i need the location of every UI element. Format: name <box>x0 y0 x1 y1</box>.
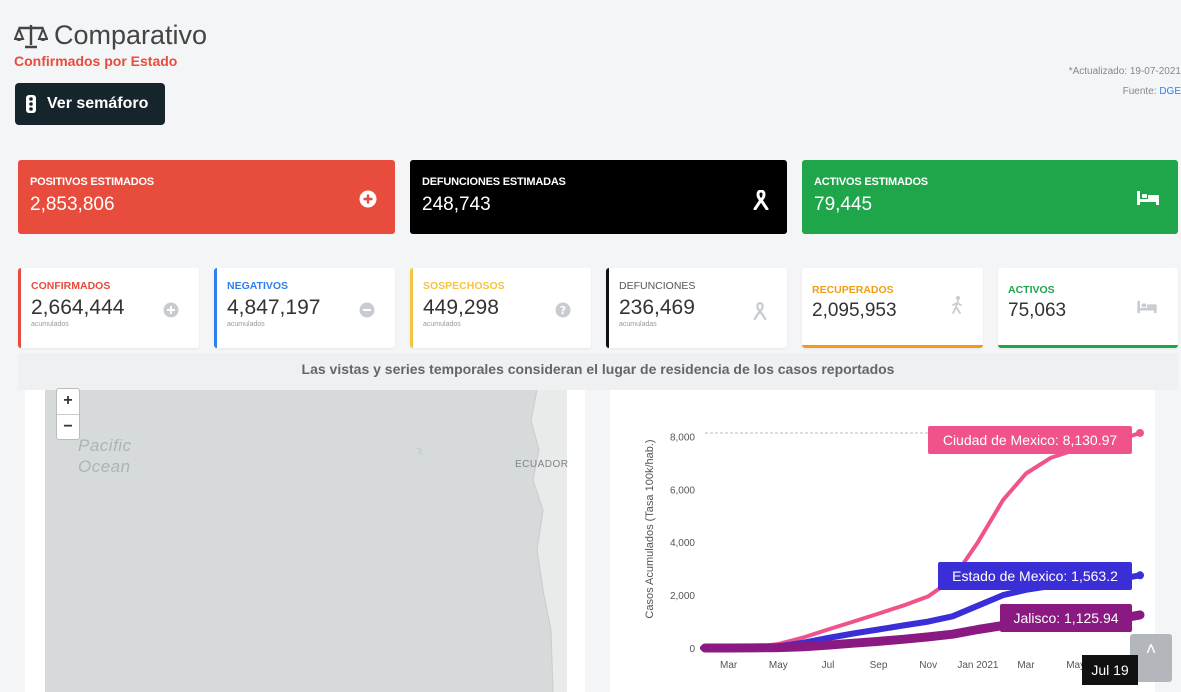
ocean-label-line2: Ocean <box>78 457 131 476</box>
question-circle-icon: ? <box>555 302 571 318</box>
card-label: CONFIRMADOS <box>31 280 111 292</box>
card-sub: acumulados <box>31 321 69 328</box>
x-tick-label: Mar <box>720 660 738 671</box>
source-link[interactable]: DGE <box>1159 86 1181 97</box>
country-label: ECUADOR <box>515 459 569 470</box>
update-info: *Actualizado: 19-07-2021 Fuente: DGE <box>1069 62 1181 102</box>
card-sub: acumulados <box>423 321 461 328</box>
series-label: Jalisco: 1,125.94 <box>1013 610 1118 626</box>
ocean-label-line1: Pacific <box>78 436 132 455</box>
header: Comparativo Confirmados por Estado <box>14 20 207 69</box>
card-sub: acumuladas <box>619 321 657 328</box>
svg-text:?: ? <box>560 304 566 317</box>
balance-scale-icon <box>14 24 48 48</box>
y-tick-label: 4,000 <box>670 538 695 549</box>
page-title-text: Comparativo <box>54 20 208 50</box>
series-end-point <box>1136 610 1144 619</box>
card-label: RECUPERADOS <box>812 284 894 296</box>
line-chart[interactable]: 0 2,000 4,000 6,000 8,000 Casos Acumulados (T… <box>610 390 1155 692</box>
plus-circle-icon <box>163 302 179 318</box>
ver-semaforo-label: Ver semáforo <box>47 95 149 112</box>
series-label: Estado de Mexico: 1,563.2 <box>952 568 1118 584</box>
x-tick-label: May <box>769 660 788 671</box>
series-label: Ciudad de Mexico: 8,130.97 <box>943 432 1118 448</box>
ocean-label: Pacific Ocean <box>78 435 132 477</box>
card-label: DEFUNCIONES ESTIMADAS <box>422 176 566 188</box>
x-tick-label: Mar <box>1017 660 1035 671</box>
y-tick-label: 0 <box>689 644 695 655</box>
x-tick-label: Nov <box>919 660 937 671</box>
card-value: 2,095,953 <box>812 300 897 321</box>
traffic-light-icon <box>26 95 36 113</box>
walking-icon <box>952 296 962 314</box>
zoom-out-button[interactable]: − <box>57 414 79 439</box>
map-zoom-control: + − <box>56 388 80 440</box>
x-tick-label: Sep <box>870 660 888 671</box>
updated-date: *Actualizado: 19-07-2021 <box>1068 66 1181 77</box>
page: Comparativo Confirmados por Estado Ver s… <box>0 0 1181 692</box>
card-value: 2,853,806 <box>30 194 115 215</box>
x-tick-label: Jan 2021 <box>957 660 999 671</box>
series-end-point <box>1136 571 1144 580</box>
date-tooltip: Jul 19 <box>1082 655 1138 685</box>
y-tick-label: 8,000 <box>670 432 695 443</box>
card-label: DEFUNCIONES <box>619 280 696 292</box>
x-tick-label: Jul <box>822 660 835 671</box>
card-recuperados: RECUPERADOS 2,095,953 <box>802 268 983 348</box>
card-activos: ACTIVOS 75,063 <box>998 268 1178 348</box>
card-label: POSITIVOS ESTIMADOS <box>30 176 154 188</box>
chart-panel: 0 2,000 4,000 6,000 8,000 Casos Acumulados (T… <box>610 390 1155 692</box>
card-negativos: NEGATIVOS 4,847,197 acumulados <box>214 268 395 348</box>
residence-note: Las vistas y series temporales considera… <box>18 353 1178 390</box>
page-subtitle: Confirmados por Estado <box>14 53 178 69</box>
y-axis-label: Casos Acumulados (Tasa 100k/hab.) <box>644 439 656 618</box>
y-tick-label: 2,000 <box>670 591 695 602</box>
y-tick-label: 6,000 <box>670 485 695 496</box>
ribbon-icon <box>753 302 767 320</box>
card-value: 248,743 <box>422 194 491 215</box>
card-positivos-estimados: POSITIVOS ESTIMADOS 2,853,806 <box>18 160 395 234</box>
card-label: NEGATIVOS <box>227 280 289 292</box>
card-label: ACTIVOS <box>1008 284 1055 296</box>
card-defunciones-estimadas: DEFUNCIONES ESTIMADAS 248,743 <box>410 160 787 234</box>
bed-icon <box>1137 191 1159 205</box>
card-label: ACTIVOS ESTIMADOS <box>814 176 928 188</box>
source-label: Fuente: <box>1122 86 1157 97</box>
card-value: 79,445 <box>814 194 873 215</box>
page-title: Comparativo <box>14 20 207 51</box>
card-activos-estimados: ACTIVOS ESTIMADOS 79,445 <box>802 160 1178 234</box>
series-end-point <box>1136 428 1144 437</box>
bed-icon <box>1137 300 1157 314</box>
source-line: Fuente: DGE <box>1069 82 1181 102</box>
ver-semaforo-button[interactable]: Ver semáforo <box>15 83 165 125</box>
card-label: SOSPECHOSOS <box>423 280 505 292</box>
minus-circle-icon <box>359 302 375 318</box>
plus-circle-icon <box>359 190 377 208</box>
card-confirmados: CONFIRMADOS 2,664,444 acumulados <box>18 268 199 348</box>
card-defunciones: DEFUNCIONES 236,469 acumuladas <box>606 268 787 348</box>
card-sub: acumulados <box>227 321 265 328</box>
zoom-in-button[interactable]: + <box>57 389 79 414</box>
card-sospechosos: SOSPECHOSOS 449,298 acumulados ? <box>410 268 591 348</box>
ribbon-icon <box>753 190 769 210</box>
